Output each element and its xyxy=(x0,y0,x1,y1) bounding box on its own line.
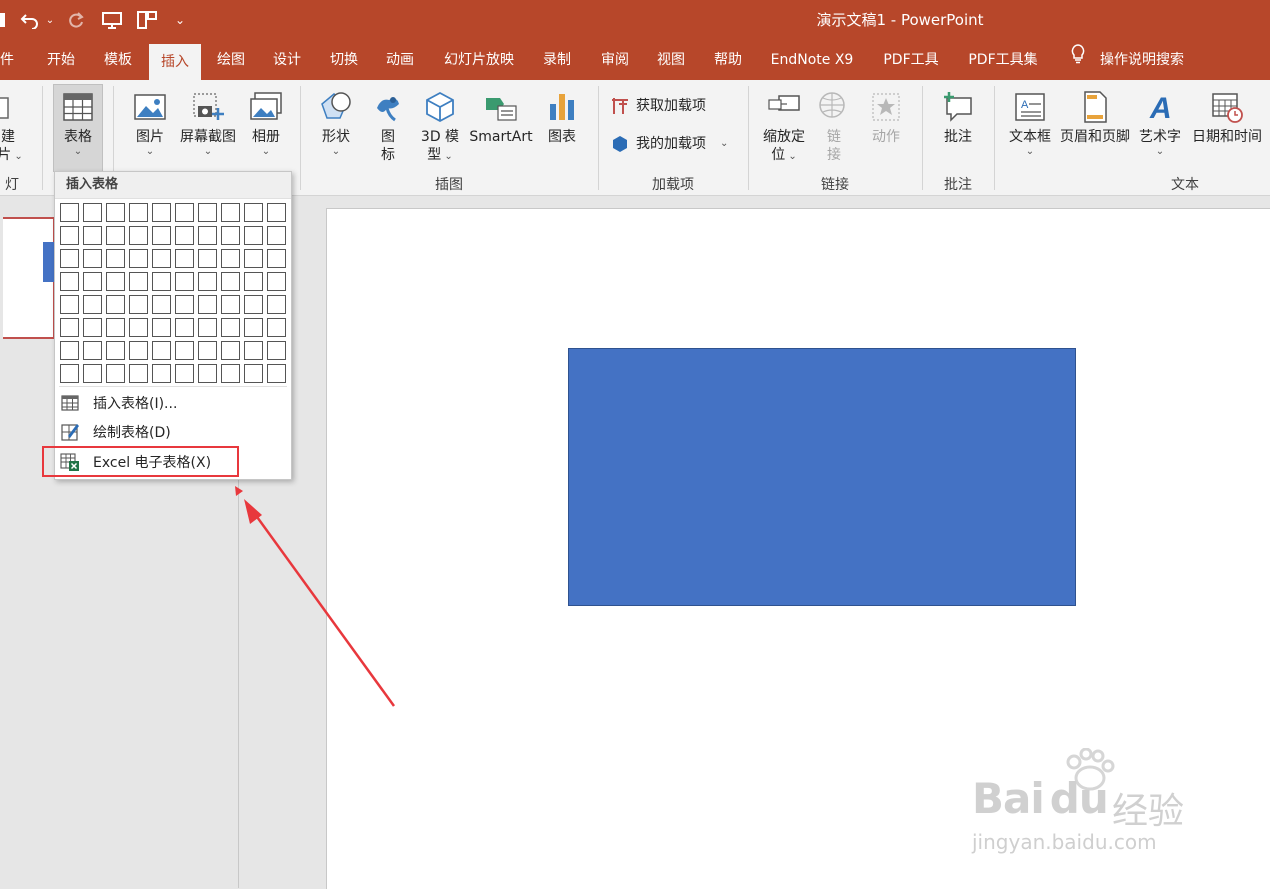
baidu-watermark: Bai du 经验 jingyan.baidu.com xyxy=(972,748,1252,862)
watermark-brand-du: du xyxy=(1049,774,1109,823)
watermark-suffix: 经验 xyxy=(1112,791,1185,832)
watermark-brand: Bai du xyxy=(972,774,1109,823)
watermark-brand-bai: Bai xyxy=(972,774,1045,823)
watermark-url: jingyan.baidu.com xyxy=(972,830,1157,854)
